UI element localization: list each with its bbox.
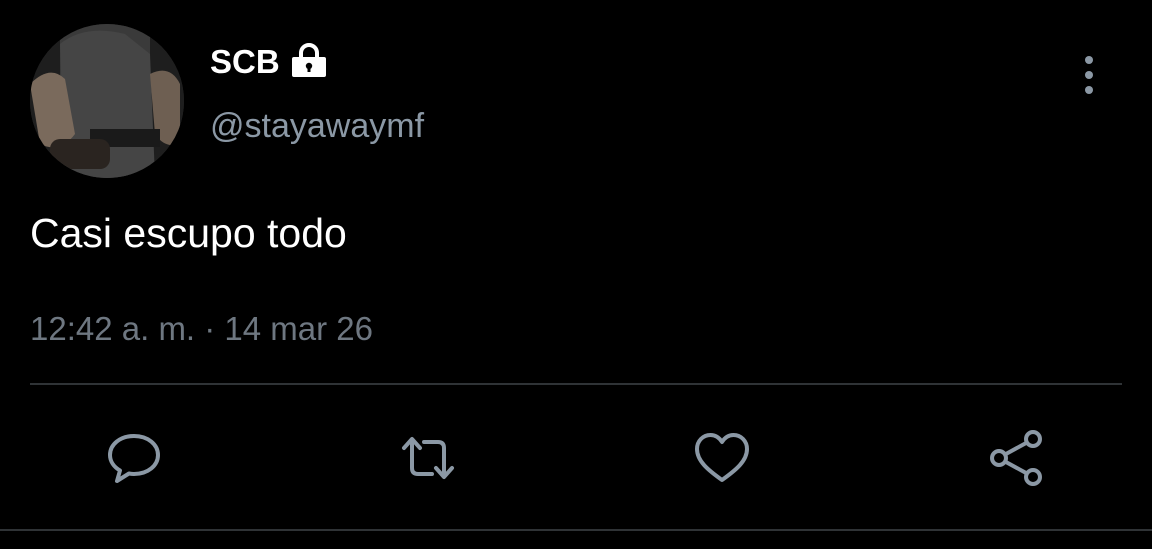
- user-handle[interactable]: @stayawaymf: [210, 106, 424, 146]
- reply-button[interactable]: [104, 428, 164, 488]
- avatar[interactable]: [30, 24, 184, 178]
- tweet-timestamp[interactable]: 12:42 a. m. · 14 mar 26: [30, 309, 373, 349]
- like-button[interactable]: [692, 428, 752, 488]
- retweet-icon: [402, 437, 454, 479]
- display-name[interactable]: SCB: [210, 42, 280, 82]
- heart-icon: [695, 433, 749, 482]
- lock-icon: [290, 42, 328, 78]
- bottom-divider: [0, 529, 1152, 531]
- tweet-text: Casi escupo todo: [30, 210, 347, 256]
- divider: [30, 383, 1122, 385]
- retweet-button[interactable]: [398, 428, 458, 488]
- more-vertical-icon: [1085, 56, 1093, 64]
- more-options-button[interactable]: [1068, 52, 1110, 98]
- share-icon: [990, 430, 1042, 486]
- comment-icon: [108, 434, 160, 483]
- share-button[interactable]: [987, 428, 1047, 488]
